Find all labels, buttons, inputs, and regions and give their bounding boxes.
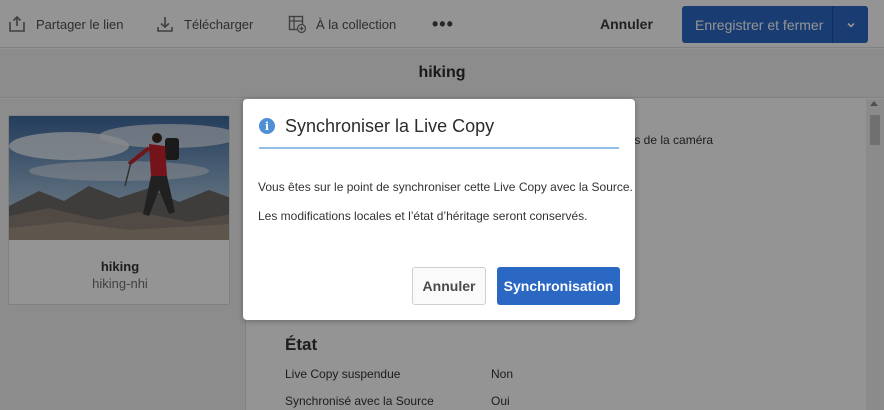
info-icon: i <box>259 118 275 134</box>
dialog-message: Vous êtes sur le point de synchroniser c… <box>258 180 633 194</box>
dialog-title: Synchroniser la Live Copy <box>285 115 495 136</box>
dialog-header: i Synchroniser la Live Copy <box>259 113 619 149</box>
dialog-message-note: Les modifications locales et l’état d’hé… <box>258 209 588 223</box>
synchronize-button[interactable]: Synchronisation <box>497 267 620 305</box>
sync-live-copy-dialog: i Synchroniser la Live Copy Vous êtes su… <box>243 99 635 320</box>
dialog-cancel-button[interactable]: Annuler <box>412 267 486 305</box>
